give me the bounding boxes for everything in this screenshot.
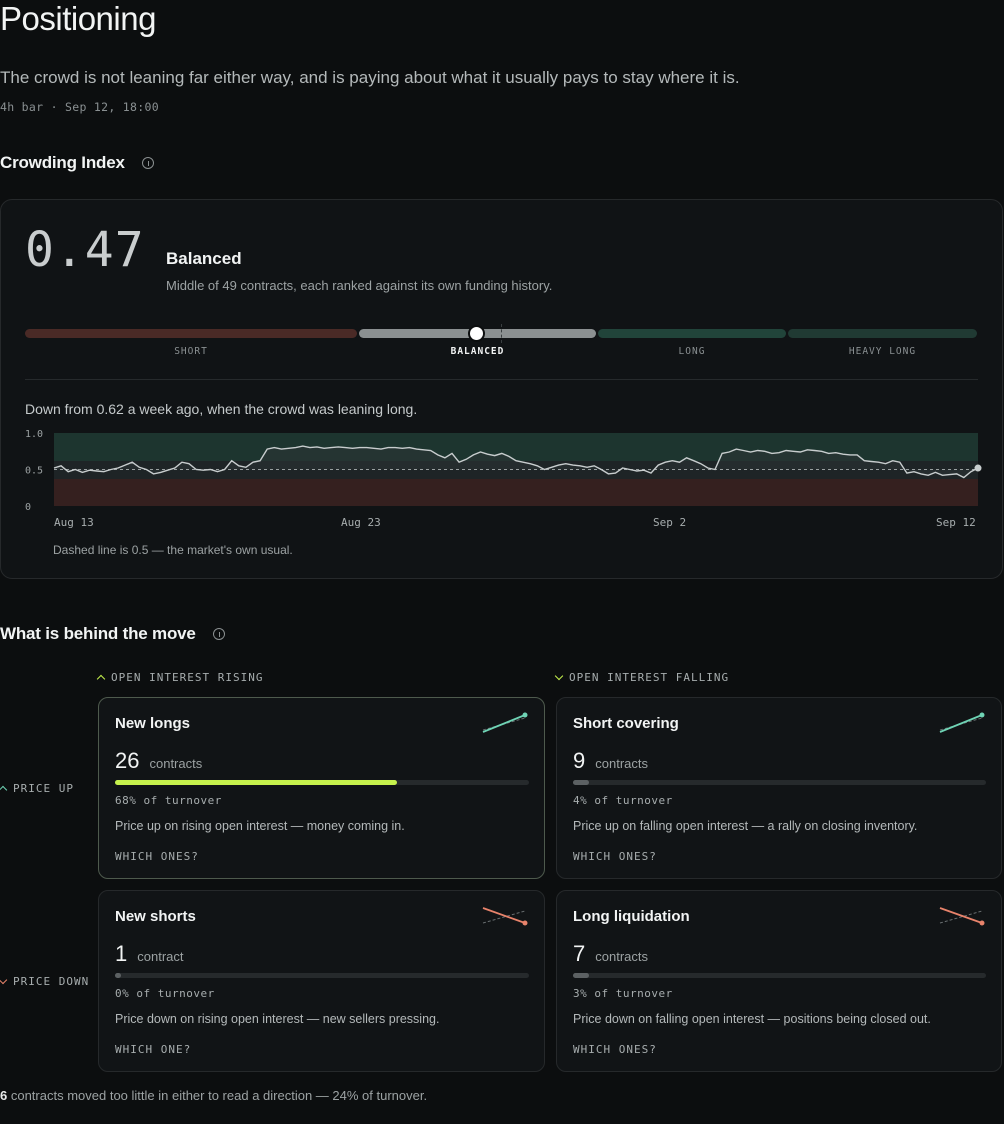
contract-unit: contracts xyxy=(595,949,648,964)
contract-unit: contract xyxy=(137,949,184,964)
contract-unit: contracts xyxy=(595,756,648,771)
card-count: 7 contracts xyxy=(573,941,648,967)
contract-count: 7 xyxy=(573,941,586,966)
turnover-bar-fill xyxy=(573,780,589,785)
crowding-index-title: Crowding Index xyxy=(0,153,125,172)
scale-segment-short xyxy=(25,329,357,338)
row-header-price-down: PRICE DOWN xyxy=(0,975,89,988)
turnover-share: 68% of turnover xyxy=(115,794,222,807)
which-ones-link[interactable]: WHICH ONES? xyxy=(115,850,199,863)
column-header-label: OPEN INTEREST RISING xyxy=(111,671,264,684)
chart-note: Dashed line is 0.5 — the market's own us… xyxy=(53,543,293,557)
crowding-status-description: Middle of 49 contracts, each ranked agai… xyxy=(166,278,553,293)
card-count: 26 contracts xyxy=(115,748,202,774)
crowding-index-header: Crowding Index xyxy=(0,153,154,173)
crowding-index-card: 0.47 Balanced Middle of 49 contracts, ea… xyxy=(0,199,1003,579)
card-description: Price down on falling open interest — po… xyxy=(573,1012,931,1026)
crowding-status: Balanced xyxy=(166,249,242,268)
scale-label-heavy-long: HEAVY LONG xyxy=(848,346,917,357)
card-description: Price up on rising open interest — money… xyxy=(115,819,405,833)
which-ones-link[interactable]: WHICH ONE? xyxy=(115,1043,191,1056)
card-count: 1 contract xyxy=(115,941,184,967)
scale-label-long: LONG xyxy=(678,346,706,357)
contract-count: 9 xyxy=(573,748,586,773)
series-end-point xyxy=(974,464,982,472)
behind-move-title: What is behind the move xyxy=(0,624,196,643)
trend-sparkline-icon xyxy=(482,907,528,926)
quadrant-card-new-longs[interactable]: New longs 26 contracts 68% of turnover P… xyxy=(98,697,545,879)
card-title: New longs xyxy=(115,715,191,732)
card-description: Price up on falling open interest — a ra… xyxy=(573,819,918,833)
turnover-bar-fill xyxy=(115,780,397,785)
band-short xyxy=(54,479,978,506)
scale-marker xyxy=(468,325,485,342)
footer-text: contracts moved too little in either to … xyxy=(7,1088,428,1103)
column-header-oi-rising: OPEN INTEREST RISING xyxy=(96,671,264,684)
trend-sparkline-icon xyxy=(939,907,985,926)
scale-label-balanced: BALANCED xyxy=(450,346,505,357)
turnover-bar xyxy=(115,780,529,785)
row-header-label: PRICE UP xyxy=(13,782,74,795)
behind-move-header: What is behind the move xyxy=(0,624,225,644)
trend-sparkline-icon xyxy=(939,712,985,733)
x-tick-label: Sep 12 xyxy=(936,516,976,529)
turnover-bar xyxy=(115,973,529,978)
x-tick-label: Sep 2 xyxy=(653,516,686,529)
y-tick-label: 0 xyxy=(25,502,31,513)
quadrant-card-short-covering[interactable]: Short covering 9 contracts 4% of turnove… xyxy=(556,697,1002,879)
chart-caption: Down from 0.62 a week ago, when the crow… xyxy=(25,401,418,417)
y-tick-label: 0.5 xyxy=(25,466,43,477)
turnover-share: 4% of turnover xyxy=(573,794,673,807)
crowding-history-chart: 1.0 0.5 0 Aug 13 Aug 23 Sep 2 Sep 12 xyxy=(25,429,982,529)
quadrant-card-new-shorts[interactable]: New shorts 1 contract 0% of turnover Pri… xyxy=(98,890,545,1072)
x-tick-label: Aug 13 xyxy=(54,516,94,529)
x-tick-label: Aug 23 xyxy=(341,516,381,529)
column-header-label: OPEN INTEREST FALLING xyxy=(569,671,730,684)
card-count: 9 contracts xyxy=(573,748,648,774)
scale-usual-tick xyxy=(501,324,502,343)
crowding-index-value: 0.47 xyxy=(25,222,145,278)
chevron-up-icon xyxy=(0,785,8,795)
chevron-up-icon xyxy=(96,674,106,684)
card-title: New shorts xyxy=(115,908,196,925)
info-icon[interactable] xyxy=(212,628,225,640)
bar-timestamp: 4h bar · Sep 12, 18:00 xyxy=(0,100,159,114)
y-tick-label: 1.0 xyxy=(25,429,43,440)
turnover-bar xyxy=(573,780,986,785)
chevron-down-icon xyxy=(0,975,8,985)
contract-count: 26 xyxy=(115,748,140,773)
row-header-price-up: PRICE UP xyxy=(0,782,74,795)
column-header-oi-falling: OPEN INTEREST FALLING xyxy=(554,671,730,684)
quadrant-card-long-liquidation[interactable]: Long liquidation 7 contracts 3% of turno… xyxy=(556,890,1002,1072)
which-ones-link[interactable]: WHICH ONES? xyxy=(573,1043,657,1056)
page-title: Positioning xyxy=(0,0,156,37)
turnover-bar xyxy=(573,973,986,978)
card-description: Price down on rising open interest — new… xyxy=(115,1012,440,1026)
footer-note: 6 contracts moved too little in either t… xyxy=(0,1088,427,1103)
card-title: Long liquidation xyxy=(573,908,690,925)
contract-unit: contracts xyxy=(149,756,203,771)
turnover-share: 3% of turnover xyxy=(573,987,673,1000)
card-title: Short covering xyxy=(573,715,679,732)
scale-label-short: SHORT xyxy=(174,346,208,357)
contract-count: 1 xyxy=(115,941,128,966)
scale-segment-heavy-long xyxy=(788,329,977,338)
row-header-label: PRICE DOWN xyxy=(13,975,90,988)
scale-segment-long xyxy=(598,329,786,338)
info-icon[interactable] xyxy=(141,157,154,169)
turnover-share: 0% of turnover xyxy=(115,987,215,1000)
card-divider xyxy=(25,379,978,380)
which-ones-link[interactable]: WHICH ONES? xyxy=(573,850,657,863)
turnover-bar-fill xyxy=(573,973,589,978)
page-subtitle: The crowd is not leaning far either way,… xyxy=(0,68,740,87)
chevron-down-icon xyxy=(554,671,564,681)
turnover-bar-fill xyxy=(115,973,121,978)
trend-sparkline-icon xyxy=(482,712,528,733)
